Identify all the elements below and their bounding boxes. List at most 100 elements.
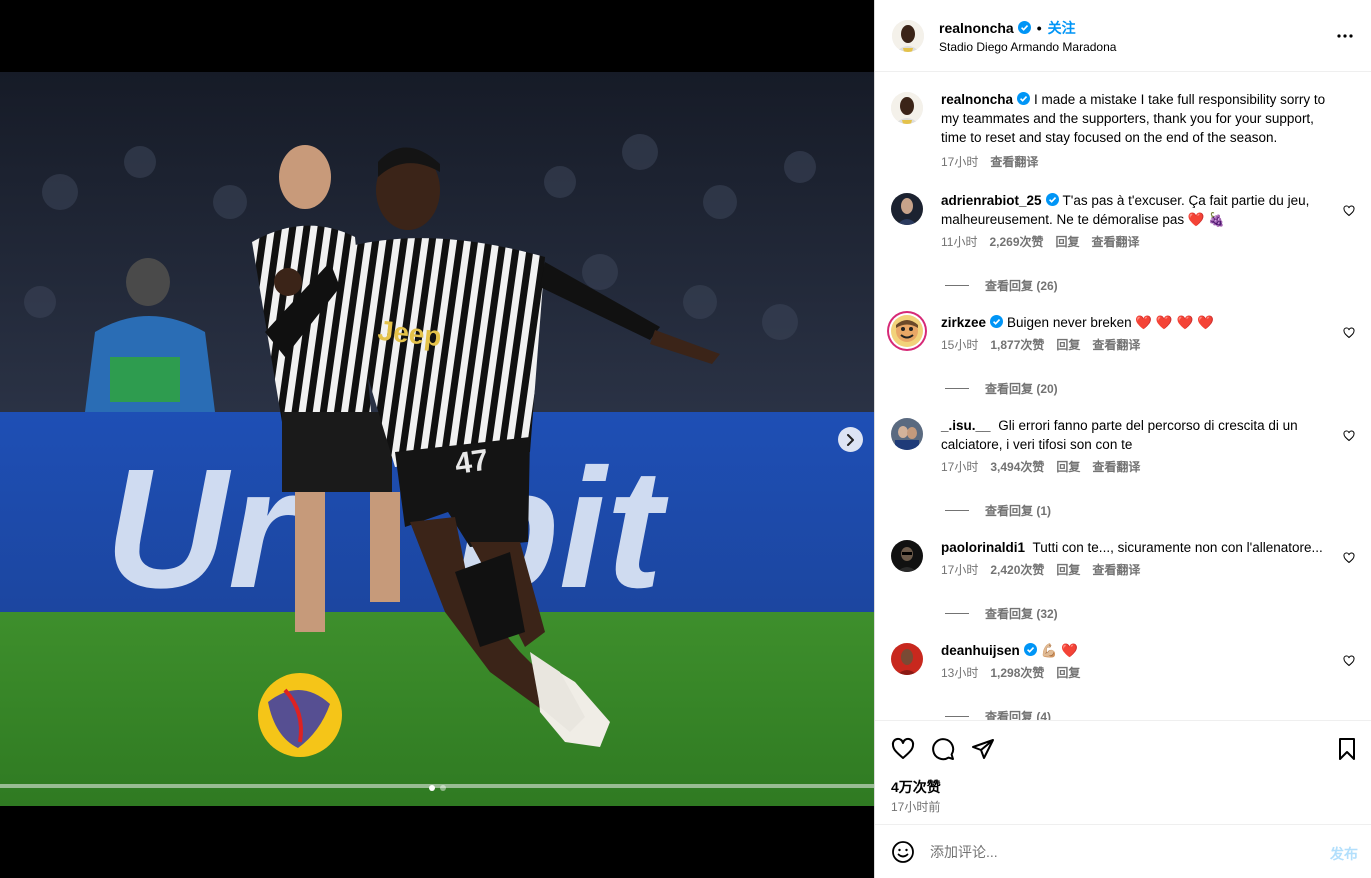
post-location[interactable]: Stadio Diego Armando Maradona — [939, 40, 1116, 54]
view-replies-label: 查看回复 (20) — [985, 382, 1058, 396]
like-comment-icon[interactable] — [1343, 552, 1355, 564]
save-button[interactable] — [1335, 737, 1359, 761]
comment-time[interactable]: 15小时 — [941, 336, 978, 353]
comment-button[interactable] — [931, 737, 955, 761]
share-icon — [972, 739, 994, 759]
like-comment-icon[interactable] — [1343, 430, 1355, 442]
comment-input[interactable] — [930, 843, 1310, 860]
comments-list[interactable]: realnoncha I made a mistake I take full r… — [875, 73, 1371, 720]
comment-item: _.isu.__ Gli errori fanno parte del perc… — [891, 416, 1355, 475]
comment-username[interactable]: paolorinaldi1 — [941, 540, 1025, 555]
caption-translate-link[interactable]: 查看翻译 — [990, 153, 1038, 170]
comment-avatar[interactable] — [891, 643, 923, 675]
jersey-number: 47 — [453, 444, 491, 481]
view-replies-label: 查看回复 (4) — [985, 710, 1052, 720]
more-options-icon — [1337, 34, 1353, 38]
comment-text: Tutti con te..., sicuramente non con l'a… — [1032, 540, 1323, 555]
caption-username[interactable]: realnoncha — [941, 92, 1013, 107]
view-replies-button[interactable]: 查看回复 (20) — [945, 380, 1355, 397]
comment-avatar[interactable] — [891, 418, 923, 450]
comment-likes[interactable]: 1,298次赞 — [990, 664, 1044, 681]
comment-time[interactable]: 17小时 — [941, 458, 978, 475]
comment-likes[interactable]: 3,494次赞 — [990, 458, 1044, 475]
comment-likes[interactable]: 1,877次赞 — [990, 336, 1044, 353]
caption-avatar[interactable] — [891, 92, 923, 124]
comment-text: Gli errori fanno parte del percorso di c… — [941, 418, 1298, 452]
svg-text:Ur: Ur — [105, 434, 302, 624]
replies-divider — [945, 613, 969, 614]
replies-divider — [945, 388, 969, 389]
reply-button[interactable]: 回复 — [1056, 233, 1080, 250]
author-username[interactable]: realnoncha — [939, 20, 1014, 36]
comment-username[interactable]: adrienrabiot_25 — [941, 193, 1042, 208]
view-replies-label: 查看回复 (1) — [985, 504, 1052, 518]
verified-badge-icon — [1017, 92, 1031, 105]
avatar-image — [891, 92, 923, 124]
comment-time[interactable]: 11小时 — [941, 233, 977, 250]
verified-badge-icon — [990, 315, 1004, 328]
comment-avatar[interactable] — [891, 193, 923, 225]
translate-link[interactable]: 查看翻译 — [1092, 233, 1140, 250]
verified-badge-icon — [1023, 643, 1037, 656]
emoji-icon — [892, 840, 914, 863]
reply-button[interactable]: 回复 — [1056, 561, 1080, 578]
emoji-button[interactable] — [891, 840, 915, 864]
next-image-button[interactable] — [838, 427, 863, 452]
comment-username[interactable]: deanhuijsen — [941, 643, 1020, 658]
view-replies-button[interactable]: 查看回复 (1) — [945, 502, 1355, 519]
avatar-image — [891, 193, 923, 225]
post-header: realnoncha • 关注 Stadio Diego Armando Mar… — [875, 0, 1371, 72]
comment-time[interactable]: 13小时 — [941, 664, 978, 681]
like-comment-icon[interactable] — [1343, 205, 1355, 217]
author-avatar[interactable] — [892, 19, 924, 52]
comment-likes[interactable]: 2,420次赞 — [990, 561, 1044, 578]
carousel-dot-active — [428, 785, 435, 791]
translate-link[interactable]: 查看翻译 — [1092, 458, 1140, 475]
more-options-button[interactable] — [1333, 24, 1357, 48]
like-button[interactable] — [891, 737, 915, 761]
view-replies-button[interactable]: 查看回复 (26) — [945, 277, 1355, 294]
heart-icon — [891, 737, 915, 759]
reply-button[interactable]: 回复 — [1056, 664, 1080, 681]
like-comment-icon[interactable] — [1343, 655, 1355, 667]
translate-link[interactable]: 查看翻译 — [1092, 561, 1140, 578]
header-separator: • — [1036, 19, 1042, 36]
post-time[interactable]: 17小时前 — [891, 798, 940, 815]
comment-username[interactable]: _.isu.__ — [941, 418, 991, 433]
share-button[interactable] — [971, 737, 995, 761]
instagram-post-dialog: Ur bit Jeep 47 realnoncha • 关注 Stadio Di… — [0, 0, 1371, 878]
post-side-panel: realnoncha • 关注 Stadio Diego Armando Mar… — [874, 0, 1371, 878]
post-actions: 4万次赞 17小时前 — [875, 720, 1371, 824]
post-comment-button[interactable]: 发布 — [1330, 844, 1358, 864]
carousel-dot — [439, 785, 446, 791]
comment-likes[interactable]: 2,269次赞 — [989, 233, 1043, 250]
post-caption: realnoncha I made a mistake I take full r… — [891, 90, 1355, 170]
reply-button[interactable]: 回复 — [1056, 336, 1080, 353]
comment-item: paolorinaldi1 Tutti con te..., sicuramen… — [891, 538, 1355, 578]
caption-time[interactable]: 17小时 — [941, 153, 978, 170]
verified-badge-icon — [1017, 21, 1031, 34]
comment-item: deanhuijsen 💪🏼 ❤️ 13小时 1,298次赞 回复 — [891, 641, 1355, 681]
comment-avatar[interactable] — [891, 540, 923, 572]
view-replies-button[interactable]: 查看回复 (4) — [945, 708, 1355, 720]
like-count[interactable]: 4万次赞 — [891, 777, 941, 797]
view-replies-label: 查看回复 (32) — [985, 607, 1058, 621]
football-player-photo: Ur bit Jeep 47 — [0, 72, 874, 806]
comment-avatar[interactable] — [891, 315, 923, 347]
follow-button[interactable]: 关注 — [1048, 18, 1076, 38]
reply-button[interactable]: 回复 — [1056, 458, 1080, 475]
replies-divider — [945, 716, 969, 717]
add-comment-bar: 发布 — [875, 824, 1371, 878]
comment-text: Buigen never breken ❤️ ❤️ ❤️ ❤️ — [1007, 315, 1214, 330]
like-comment-icon[interactable] — [1343, 327, 1355, 339]
avatar-image — [891, 315, 923, 347]
view-replies-button[interactable]: 查看回复 (32) — [945, 605, 1355, 622]
translate-link[interactable]: 查看翻译 — [1092, 336, 1140, 353]
bookmark-icon — [1339, 738, 1355, 760]
comment-item: zirkzee Buigen never breken ❤️ ❤️ ❤️ ❤️ 1… — [891, 313, 1355, 353]
comment-time[interactable]: 17小时 — [941, 561, 978, 578]
comment-username[interactable]: zirkzee — [941, 315, 986, 330]
avatar-image — [891, 643, 923, 675]
avatar-image — [891, 418, 923, 450]
post-media: Ur bit Jeep 47 — [0, 0, 874, 878]
